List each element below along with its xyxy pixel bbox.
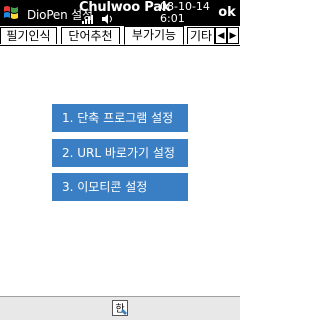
signal-icon: [82, 15, 93, 24]
tab-other[interactable]: 기타: [187, 27, 215, 44]
tab-handwriting[interactable]: 필기인식: [0, 27, 57, 44]
windows-flag-icon[interactable]: [2, 4, 20, 22]
tab-word-suggest[interactable]: 단어추천: [61, 27, 120, 44]
title-bar: DioPen 설정 Chulwoo Pak 08-10-14 6:01 ok: [0, 0, 240, 26]
tab-extra-features[interactable]: 부가기능: [124, 26, 184, 45]
volume-icon: [102, 14, 112, 24]
bottom-bar: 한: [0, 296, 240, 320]
tab-scroll-right-icon[interactable]: ▶: [227, 27, 239, 44]
korean-ime-icon[interactable]: 한: [112, 300, 128, 316]
tab-bar: 필기인식 단어추천 부가기능 기타 ◀ ▶: [0, 26, 240, 46]
shortcut-program-settings-button[interactable]: 1. 단축 프로그램 설정: [52, 104, 188, 132]
emoticon-settings-button[interactable]: 3. 이모티콘 설정: [52, 173, 188, 201]
status-icons[interactable]: [80, 13, 120, 25]
tab-scroll-left-icon[interactable]: ◀: [215, 27, 227, 44]
clock-time[interactable]: 6:01: [160, 12, 185, 25]
url-shortcut-settings-button[interactable]: 2. URL 바로가기 설정: [52, 139, 188, 167]
ok-button[interactable]: ok: [216, 3, 238, 23]
extra-features-panel: 1. 단축 프로그램 설정 2. URL 바로가기 설정 3. 이모티콘 설정: [0, 46, 240, 296]
